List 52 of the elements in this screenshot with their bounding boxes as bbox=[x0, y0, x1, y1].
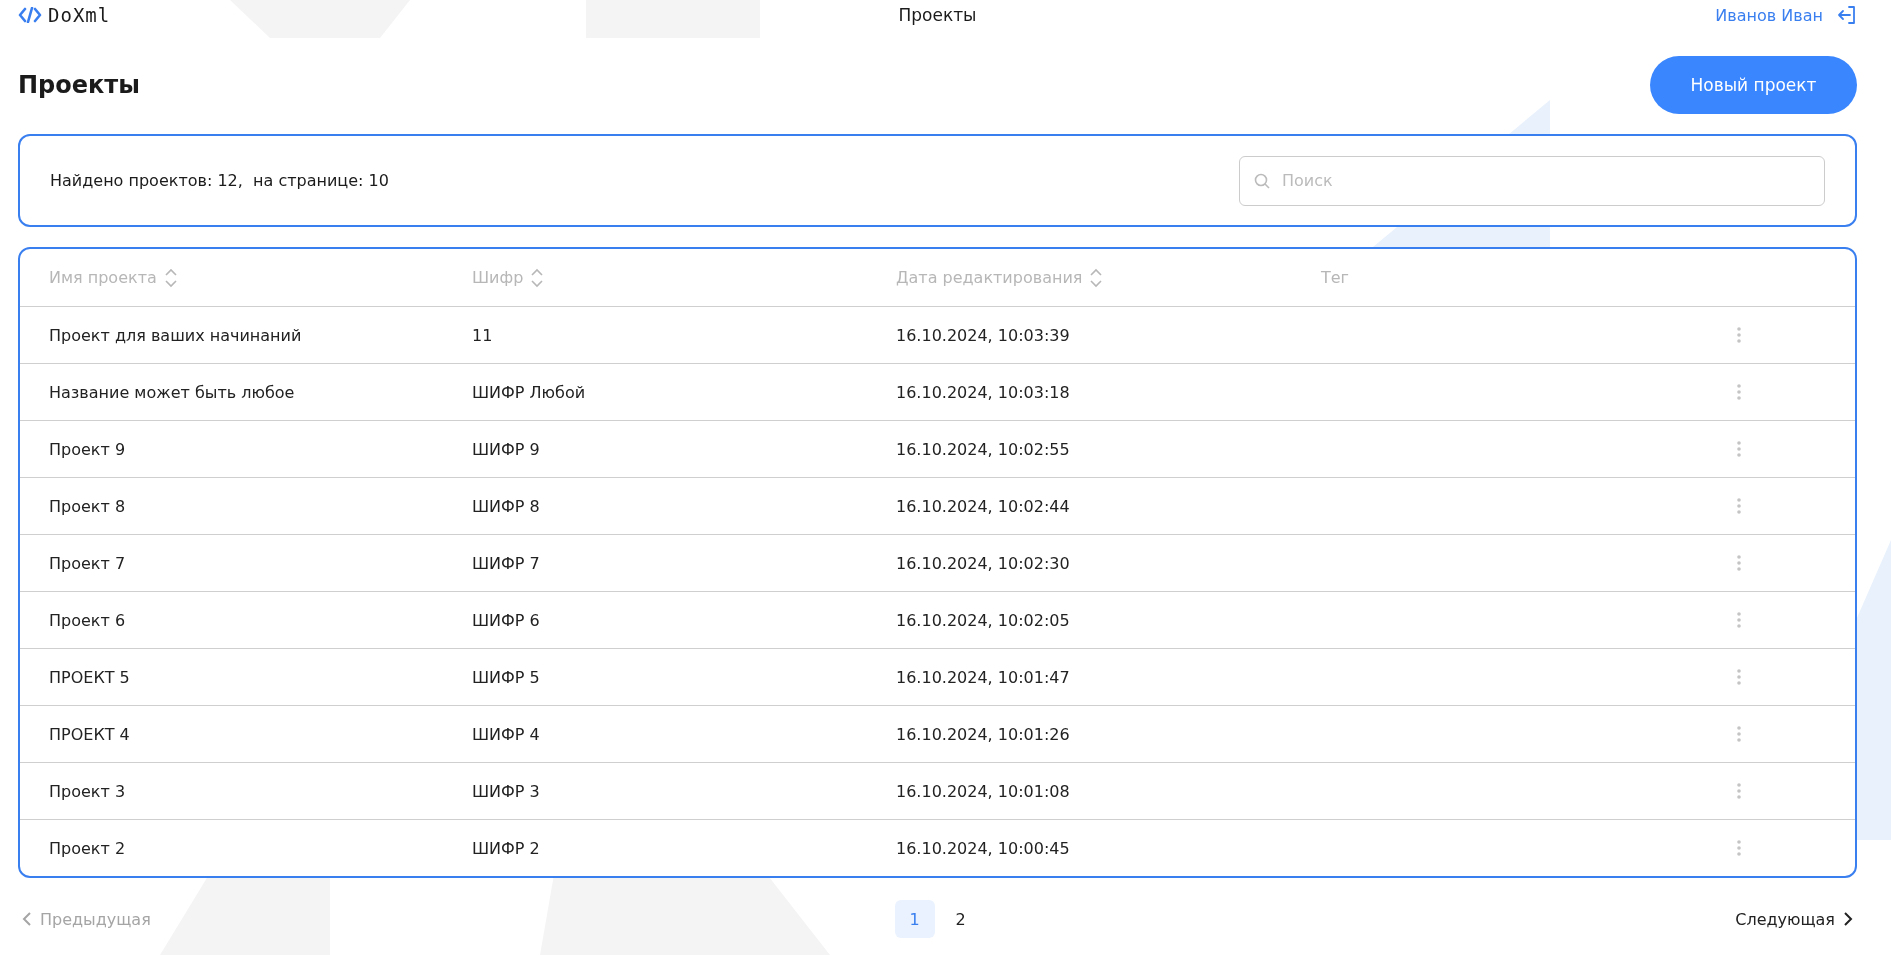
table-cell-text: ШИФР 7 bbox=[472, 553, 541, 573]
sort-icon[interactable] bbox=[531, 267, 544, 288]
new-project-button[interactable]: Новый проект bbox=[1650, 56, 1857, 114]
table-cell-text: 16.10.2024, 10:03:39 bbox=[896, 325, 1071, 345]
table-cell-text: ШИФР 9 bbox=[472, 439, 541, 459]
table-cell-text: 16.10.2024, 10:01:26 bbox=[896, 724, 1071, 744]
table-cell-text: ПРОЕКТ 5 bbox=[49, 667, 131, 687]
page-button[interactable]: 2 bbox=[940, 900, 981, 938]
table-cell-text: Проект 9 bbox=[49, 439, 127, 459]
code-brackets-icon bbox=[18, 7, 42, 23]
table-cell-text: ПРОЕКТ 4 bbox=[49, 724, 131, 744]
table-cell-text: Проект для ваших начинаний bbox=[49, 325, 303, 345]
table-cell-text: 16.10.2024, 10:02:05 bbox=[896, 610, 1071, 630]
table-cell-text: 16.10.2024, 10:00:45 bbox=[896, 838, 1071, 858]
sort-icon[interactable] bbox=[164, 267, 177, 288]
table-cell-text: ШИФР 6 bbox=[472, 610, 541, 630]
table-cell-text: ШИФР 4 bbox=[472, 724, 541, 744]
table-cell-text: ШИФР Любой bbox=[472, 382, 587, 402]
table-cell-text: 16.10.2024, 10:01:47 bbox=[896, 667, 1071, 687]
search-field[interactable]: Поиск bbox=[1239, 155, 1825, 206]
table-cell-text: ШИФР 2 bbox=[472, 838, 541, 858]
table-cell-text: Название может быть любое bbox=[49, 382, 296, 402]
column-header[interactable]: Дата редактирования bbox=[896, 267, 1103, 288]
table-cell-text: Проект 2 bbox=[49, 838, 127, 858]
table-cell-text: Проект 8 bbox=[49, 496, 127, 516]
next-page-link[interactable]: Следующая bbox=[1731, 909, 1857, 929]
results-summary: Найдено проектов: 12, на странице: 10 bbox=[50, 171, 389, 190]
table-cell-text: 16.10.2024, 10:02:44 bbox=[896, 496, 1071, 516]
table-cell-text: 11 bbox=[472, 325, 494, 345]
search-icon bbox=[1254, 172, 1270, 189]
logo-text: DoXml bbox=[48, 4, 111, 26]
chevron-left-icon bbox=[22, 912, 32, 926]
table-cell-text: 16.10.2024, 10:01:08 bbox=[896, 781, 1071, 801]
header-title: Проекты bbox=[898, 5, 977, 25]
logout-icon[interactable] bbox=[1837, 5, 1857, 25]
page-button[interactable]: 1 bbox=[894, 900, 935, 938]
column-header: Тег bbox=[1321, 268, 1350, 287]
sort-icon[interactable] bbox=[1090, 267, 1103, 288]
column-header[interactable]: Имя проекта bbox=[49, 267, 177, 288]
table-cell-text: 16.10.2024, 10:02:55 bbox=[896, 439, 1071, 459]
user-name-link[interactable]: Иванов Иван bbox=[1715, 5, 1823, 25]
table-cell-text: Проект 6 bbox=[49, 610, 127, 630]
table-cell-text: Проект 7 bbox=[49, 553, 127, 573]
table-cell-text: 16.10.2024, 10:03:18 bbox=[896, 382, 1071, 402]
table-cell-text: Проект 3 bbox=[49, 781, 127, 801]
page-title: Проекты bbox=[18, 71, 140, 99]
table-cell-text: ШИФР 5 bbox=[472, 667, 541, 687]
column-header[interactable]: Шифр bbox=[472, 267, 544, 288]
table-cell-text: ШИФР 3 bbox=[472, 781, 541, 801]
table-cell-text: 16.10.2024, 10:02:30 bbox=[896, 553, 1071, 573]
table-cell-text: ШИФР 8 bbox=[472, 496, 541, 516]
chevron-right-icon bbox=[1843, 912, 1853, 926]
